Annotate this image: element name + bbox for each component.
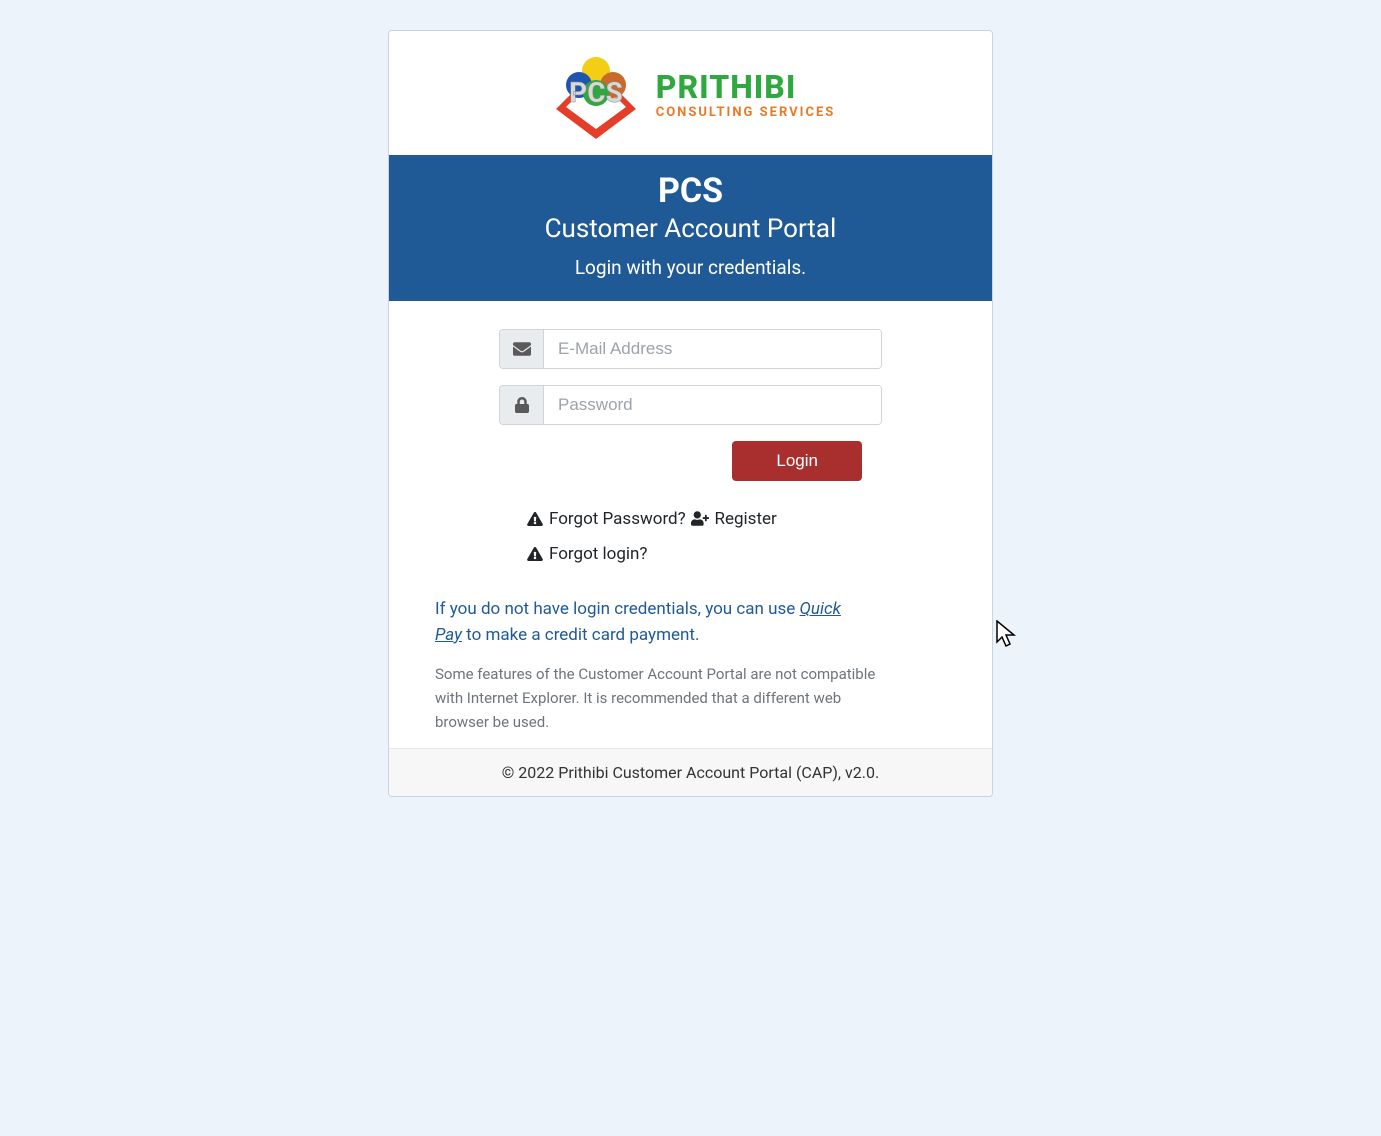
lock-icon (500, 386, 544, 424)
footer-link[interactable]: Prithibi Customer Account Portal (CAP), … (558, 763, 879, 782)
quickpay-prefix: If you do not have login credentials, yo… (435, 599, 800, 619)
footer: © 2022 Prithibi Customer Account Portal … (389, 748, 992, 796)
email-field[interactable] (544, 330, 881, 368)
header-tagline: Login with your credentials. (409, 256, 972, 279)
envelope-icon (500, 330, 544, 368)
warning-icon (527, 547, 543, 561)
header-title: PCS (409, 171, 972, 212)
forgot-login-label: Forgot login? (549, 544, 647, 564)
forgot-password-label: Forgot Password? (549, 509, 686, 529)
quickpay-message: If you do not have login credentials, yo… (435, 597, 932, 648)
logo: PCS PRITHIBI CONSULTING SERVICES (546, 49, 836, 141)
login-card: PCS PRITHIBI CONSULTING SERVICES PCS Cus… (388, 30, 993, 797)
user-plus-icon (691, 511, 709, 526)
compatibility-notice: Some features of the Customer Account Po… (435, 662, 932, 734)
password-field[interactable] (544, 386, 881, 424)
links-row-2: Forgot login? (499, 544, 882, 565)
header-section: PCS Customer Account Portal Login with y… (389, 155, 992, 301)
button-row: Login (499, 441, 882, 481)
login-button[interactable]: Login (732, 441, 862, 481)
logo-mark-text: PCS (569, 76, 623, 109)
logo-text: PRITHIBI CONSULTING SERVICES (656, 71, 836, 120)
logo-mark: PCS (546, 49, 646, 141)
form-section: Login Forgot Password? Register (389, 301, 992, 590)
register-link[interactable]: Register (691, 509, 777, 529)
mouse-cursor-icon (996, 620, 1020, 648)
links-row-1: Forgot Password? Register (499, 509, 882, 531)
email-input-group (499, 329, 882, 369)
register-label: Register (715, 509, 777, 529)
info-section: If you do not have login credentials, yo… (389, 589, 992, 748)
logo-tagline: CONSULTING SERVICES (656, 105, 836, 120)
forgot-password-link[interactable]: Forgot Password? (527, 509, 686, 529)
logo-section: PCS PRITHIBI CONSULTING SERVICES (389, 31, 992, 155)
quickpay-suffix: to make a credit card payment. (462, 625, 699, 645)
forgot-login-link[interactable]: Forgot login? (527, 544, 647, 564)
warning-icon (527, 512, 543, 526)
copyright-prefix: © 2022 (502, 763, 558, 782)
header-subtitle: Customer Account Portal (409, 214, 972, 244)
password-input-group (499, 385, 882, 425)
logo-brand: PRITHIBI (656, 71, 836, 103)
